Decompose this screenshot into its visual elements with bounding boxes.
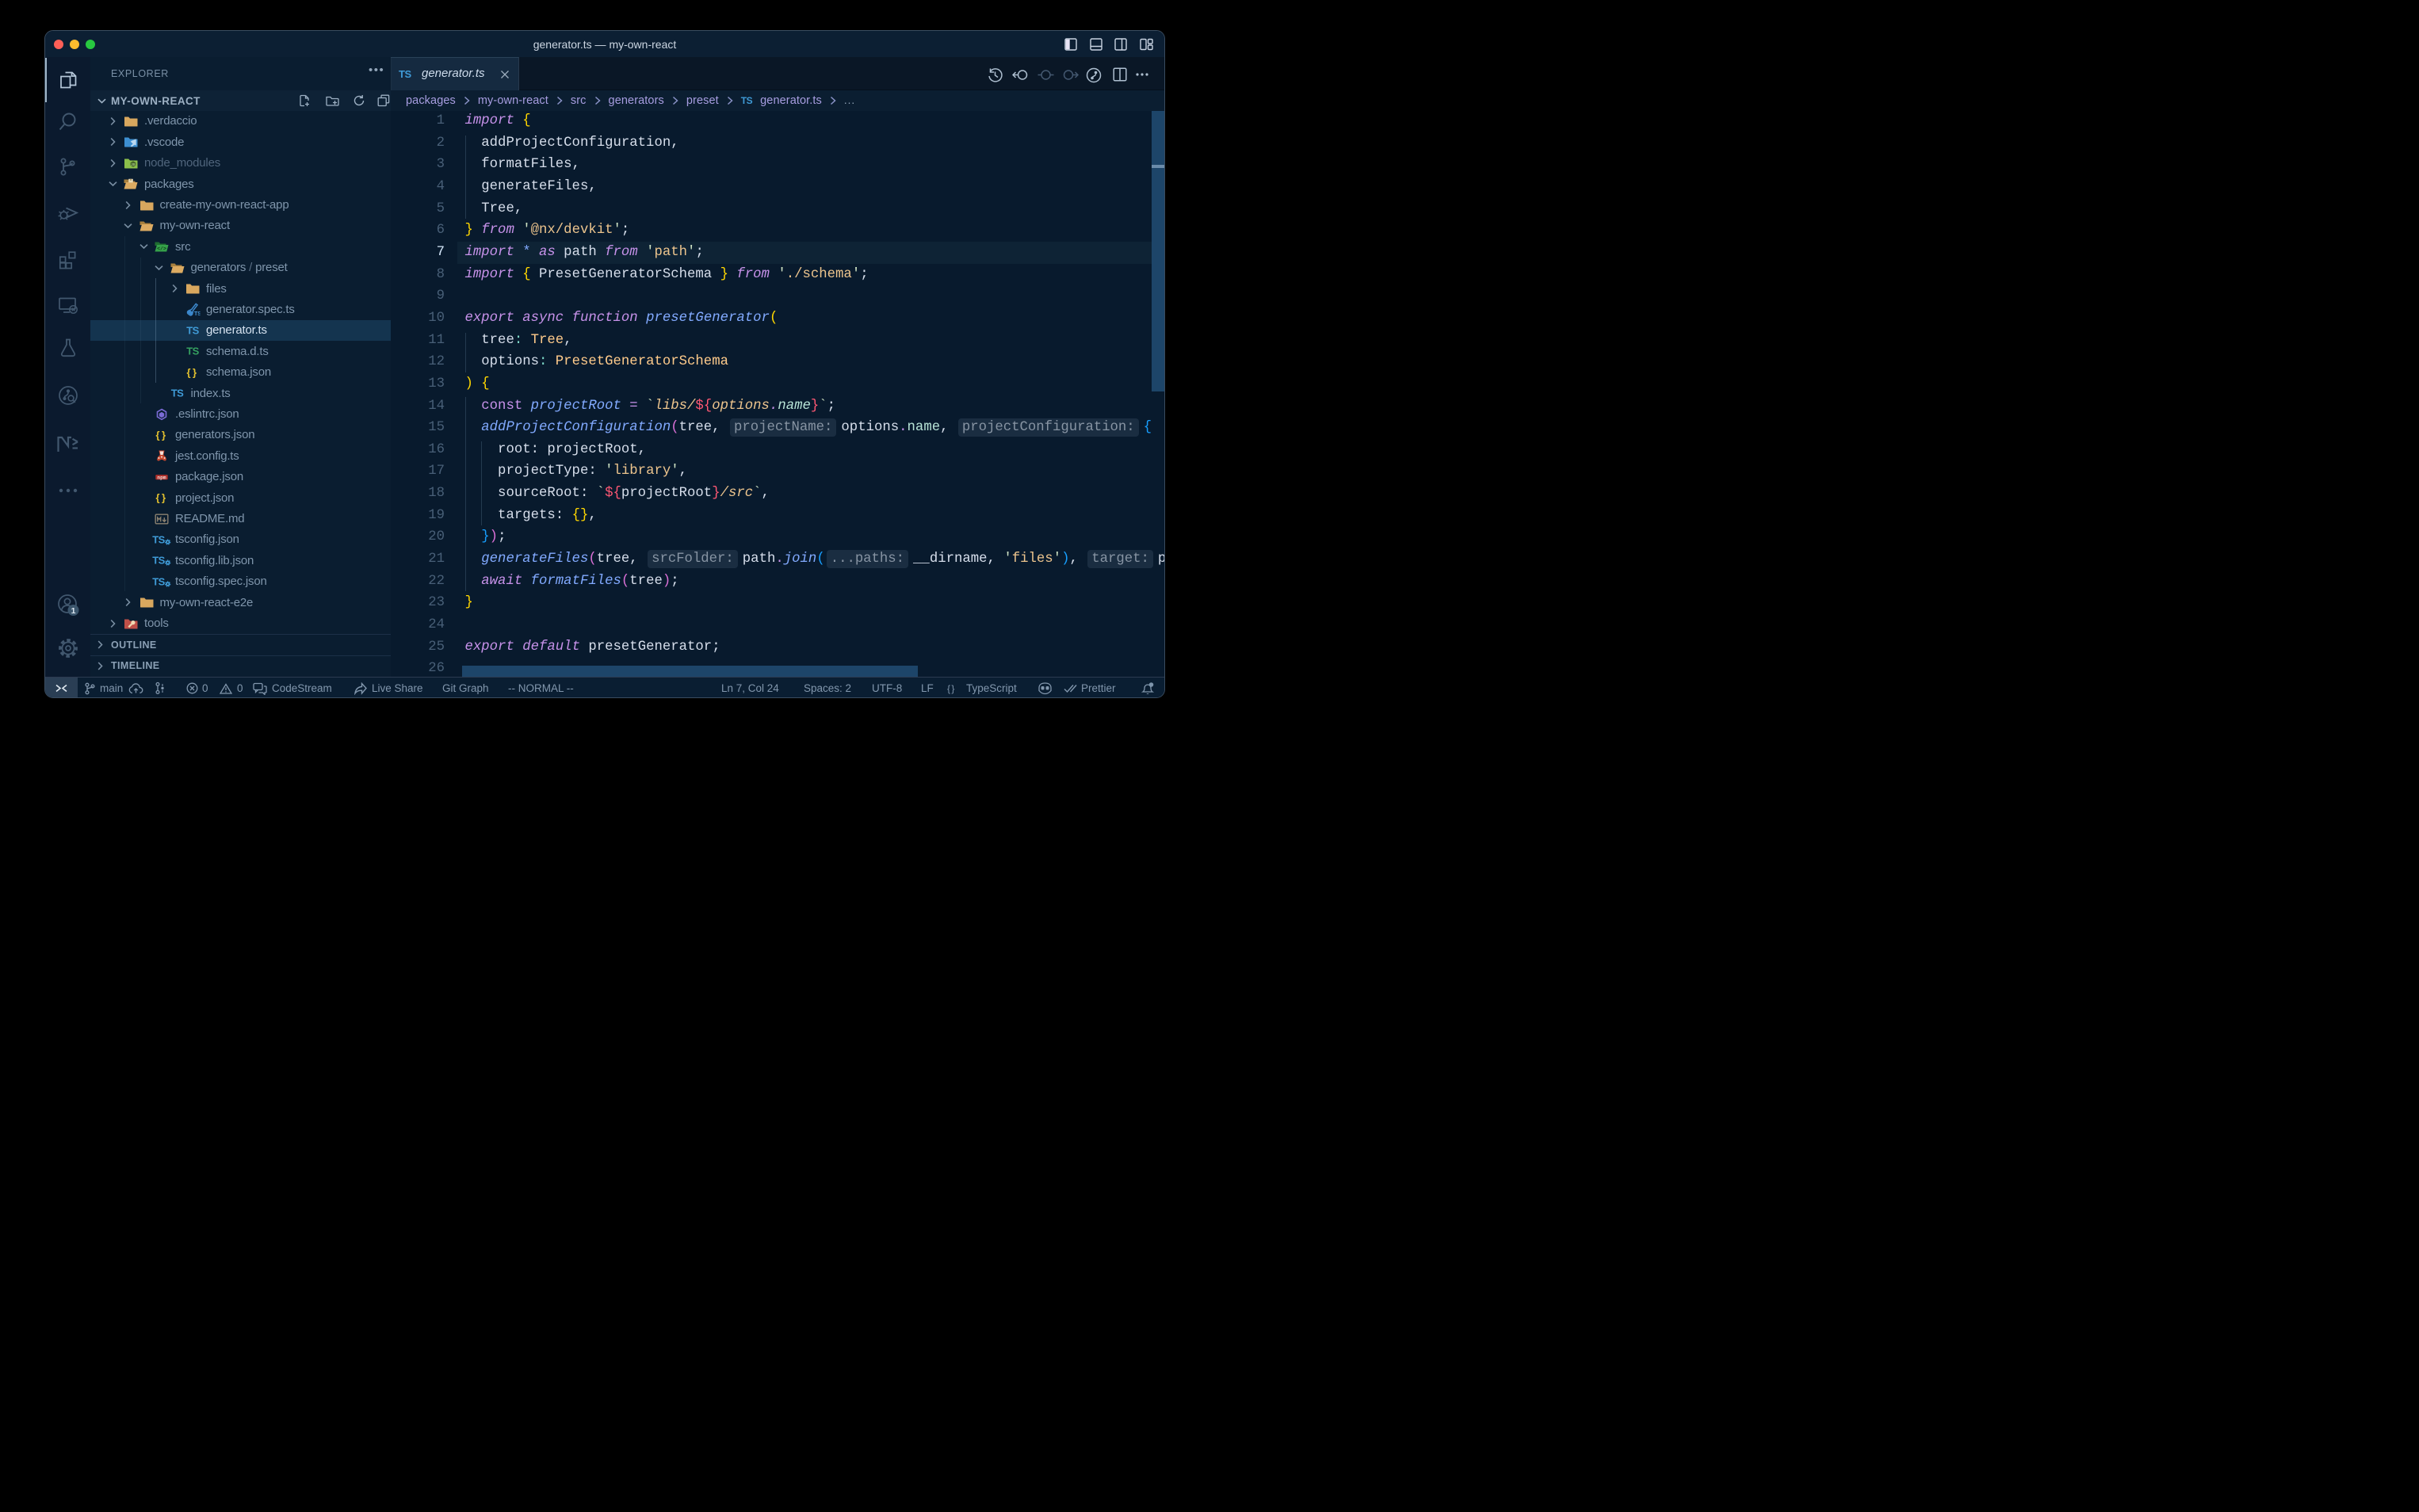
svg-text:JS: JS bbox=[131, 162, 135, 166]
svg-text:TS: TS bbox=[194, 311, 201, 317]
svg-text:</>: </> bbox=[157, 246, 166, 252]
svg-text:npm: npm bbox=[157, 475, 166, 480]
svg-text:1: 1 bbox=[71, 606, 75, 616]
